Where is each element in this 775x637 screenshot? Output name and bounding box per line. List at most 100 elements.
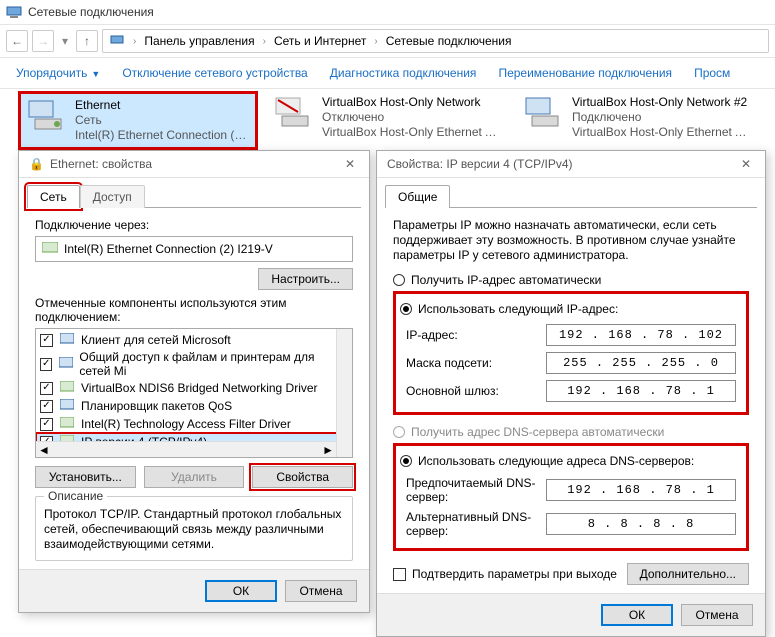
view-cmd[interactable]: Просм <box>694 66 730 80</box>
components-label: Отмеченные компоненты используются этим … <box>35 296 353 324</box>
breadcrumb-item[interactable]: Сетевые подключения <box>386 34 512 48</box>
component-item[interactable]: ✓ Intel(R) Technology Access Filter Driv… <box>36 415 352 433</box>
radio-icon <box>400 455 412 467</box>
manual-ip-section: Использовать следующий IP-адрес: IP-адре… <box>393 291 749 415</box>
dialog-title: Свойства: IP версии 4 (TCP/IPv4) <box>387 157 573 171</box>
connection-name: VirtualBox Host-Only Network <box>322 95 502 110</box>
back-button[interactable]: ← <box>6 30 28 52</box>
checkbox-icon[interactable]: ✓ <box>40 418 53 431</box>
connection-status: Отключено <box>322 110 502 125</box>
description-text: Протокол TCP/IP. Стандартный протокол гл… <box>44 507 344 552</box>
dialog-title: Ethernet: свойства <box>50 157 152 171</box>
connection-name: VirtualBox Host-Only Network #2 <box>572 95 752 110</box>
chevron-right-icon: › <box>133 36 136 47</box>
connection-device: Intel(R) Ethernet Connection (2) I... <box>75 128 249 143</box>
ok-button[interactable]: ОК <box>601 604 673 626</box>
chevron-right-icon: › <box>263 36 266 47</box>
command-bar: Упорядочить▼ Отключение сетевого устройс… <box>0 58 775 89</box>
connection-status: Сеть <box>75 113 249 128</box>
forward-button[interactable]: → <box>32 30 54 52</box>
tab-network[interactable]: Сеть <box>27 185 80 208</box>
ip-address-input[interactable]: 192 . 168 . 78 . 102 <box>546 324 736 346</box>
ok-button[interactable]: ОК <box>205 580 277 602</box>
ip-label: IP-адрес: <box>406 328 546 342</box>
use-ip-radio[interactable]: Использовать следующий IP-адрес: <box>400 302 742 316</box>
ethernet-adapter-icon <box>27 98 67 134</box>
checkbox-icon[interactable]: ✓ <box>40 400 53 413</box>
tab-access[interactable]: Доступ <box>80 185 145 208</box>
nic-icon <box>42 242 58 257</box>
connection-item-vbox1[interactable]: VirtualBox Host-Only Network Отключено V… <box>268 91 508 150</box>
close-button[interactable]: ✕ <box>341 157 359 171</box>
disable-device-cmd[interactable]: Отключение сетевого устройства <box>122 66 307 80</box>
qos-icon <box>59 398 75 414</box>
connect-using-label: Подключение через: <box>35 218 353 232</box>
gateway-label: Основной шлюз: <box>406 384 546 398</box>
checkbox-icon[interactable]: ✓ <box>40 382 53 395</box>
advanced-button[interactable]: Дополнительно... <box>627 563 749 585</box>
component-item[interactable]: ✓ Планировщик пакетов QoS <box>36 397 352 415</box>
preferred-dns-input[interactable]: 192 . 168 . 78 . 1 <box>546 479 736 501</box>
install-button[interactable]: Установить... <box>35 466 136 488</box>
connection-device: VirtualBox Host-Only Ethernet Ad... <box>322 125 502 140</box>
properties-button[interactable]: Свойства <box>252 466 353 488</box>
connection-name: Ethernet <box>75 98 249 113</box>
validate-on-exit-checkbox[interactable]: Подтвердить параметры при выходе <box>393 567 617 581</box>
ipv4-intro-text: Параметры IP можно назначать автоматичес… <box>393 218 749 263</box>
ipv4-properties-dialog: Свойства: IP версии 4 (TCP/IPv4) ✕ Общие… <box>376 150 766 637</box>
window-titlebar: Сетевые подключения <box>0 0 775 25</box>
use-dns-radio[interactable]: Использовать следующие адреса DNS-сервер… <box>400 454 742 468</box>
breadcrumb-item[interactable]: Сеть и Интернет <box>274 34 366 48</box>
manual-dns-section: Использовать следующие адреса DNS-сервер… <box>393 443 749 551</box>
checkbox-icon <box>393 568 406 581</box>
share-icon <box>58 356 73 372</box>
subnet-mask-input[interactable]: 255 . 255 . 255 . 0 <box>546 352 736 374</box>
component-item[interactable]: ✓ Клиент для сетей Microsoft <box>36 331 352 349</box>
ethernet-adapter-icon <box>274 95 314 131</box>
cancel-button[interactable]: Отмена <box>285 580 357 602</box>
components-list[interactable]: ✓ Клиент для сетей Microsoft ✓ Общий дос… <box>35 328 353 458</box>
checkbox-icon[interactable]: ✓ <box>40 358 52 371</box>
client-icon <box>59 332 75 348</box>
connection-item-ethernet[interactable]: Ethernet Сеть Intel(R) Ethernet Connecti… <box>18 91 258 150</box>
uninstall-button[interactable]: Удалить <box>144 466 245 488</box>
ethernet-adapter-icon <box>524 95 564 131</box>
auto-dns-radio: Получить адрес DNS-сервера автоматически <box>393 425 749 439</box>
dns2-label: Альтернативный DNS-сервер: <box>406 510 546 538</box>
window-title: Сетевые подключения <box>28 5 154 19</box>
description-group-title: Описание <box>44 489 107 503</box>
radio-icon <box>393 426 405 438</box>
horizontal-scrollbar[interactable]: ◄► <box>36 441 336 457</box>
history-dropdown[interactable]: ▾ <box>58 34 72 48</box>
breadcrumb-item[interactable]: Панель управления <box>144 34 254 48</box>
radio-icon <box>393 274 405 286</box>
organize-menu[interactable]: Упорядочить▼ <box>16 66 100 80</box>
network-icon <box>6 4 22 20</box>
vertical-scrollbar[interactable] <box>336 329 352 457</box>
tab-general[interactable]: Общие <box>385 185 450 208</box>
adapter-name: Intel(R) Ethernet Connection (2) I219-V <box>64 242 273 256</box>
address-bar[interactable]: › Панель управления › Сеть и Интернет › … <box>102 29 769 53</box>
auto-ip-radio[interactable]: Получить IP-адрес автоматически <box>393 273 749 287</box>
close-button[interactable]: ✕ <box>737 157 755 171</box>
cancel-button[interactable]: Отмена <box>681 604 753 626</box>
adapter-properties-dialog: 🔒 Ethernet: свойства ✕ Сеть Доступ Подкл… <box>18 150 370 613</box>
checkbox-icon[interactable]: ✓ <box>40 334 53 347</box>
up-button[interactable]: ↑ <box>76 30 98 52</box>
configure-button[interactable]: Настроить... <box>258 268 353 290</box>
connection-item-vbox2[interactable]: VirtualBox Host-Only Network #2 Подключе… <box>518 91 758 150</box>
alternate-dns-input[interactable]: 8 . 8 . 8 . 8 <box>546 513 736 535</box>
rename-cmd[interactable]: Переименование подключения <box>498 66 672 80</box>
network-icon <box>109 33 125 49</box>
connection-device: VirtualBox Host-Only Ethernet Ad... <box>572 125 752 140</box>
connection-status: Подключено <box>572 110 752 125</box>
chevron-down-icon: ▼ <box>91 69 100 79</box>
chevron-right-icon: › <box>374 36 377 47</box>
component-item[interactable]: ✓ VirtualBox NDIS6 Bridged Networking Dr… <box>36 379 352 397</box>
gateway-input[interactable]: 192 . 168 . 78 . 1 <box>546 380 736 402</box>
radio-icon <box>400 303 412 315</box>
filter-icon <box>59 416 75 432</box>
adapter-field: Intel(R) Ethernet Connection (2) I219-V <box>35 236 353 262</box>
diagnose-cmd[interactable]: Диагностика подключения <box>330 66 477 80</box>
component-item[interactable]: ✓ Общий доступ к файлам и принтерам для … <box>36 349 352 379</box>
